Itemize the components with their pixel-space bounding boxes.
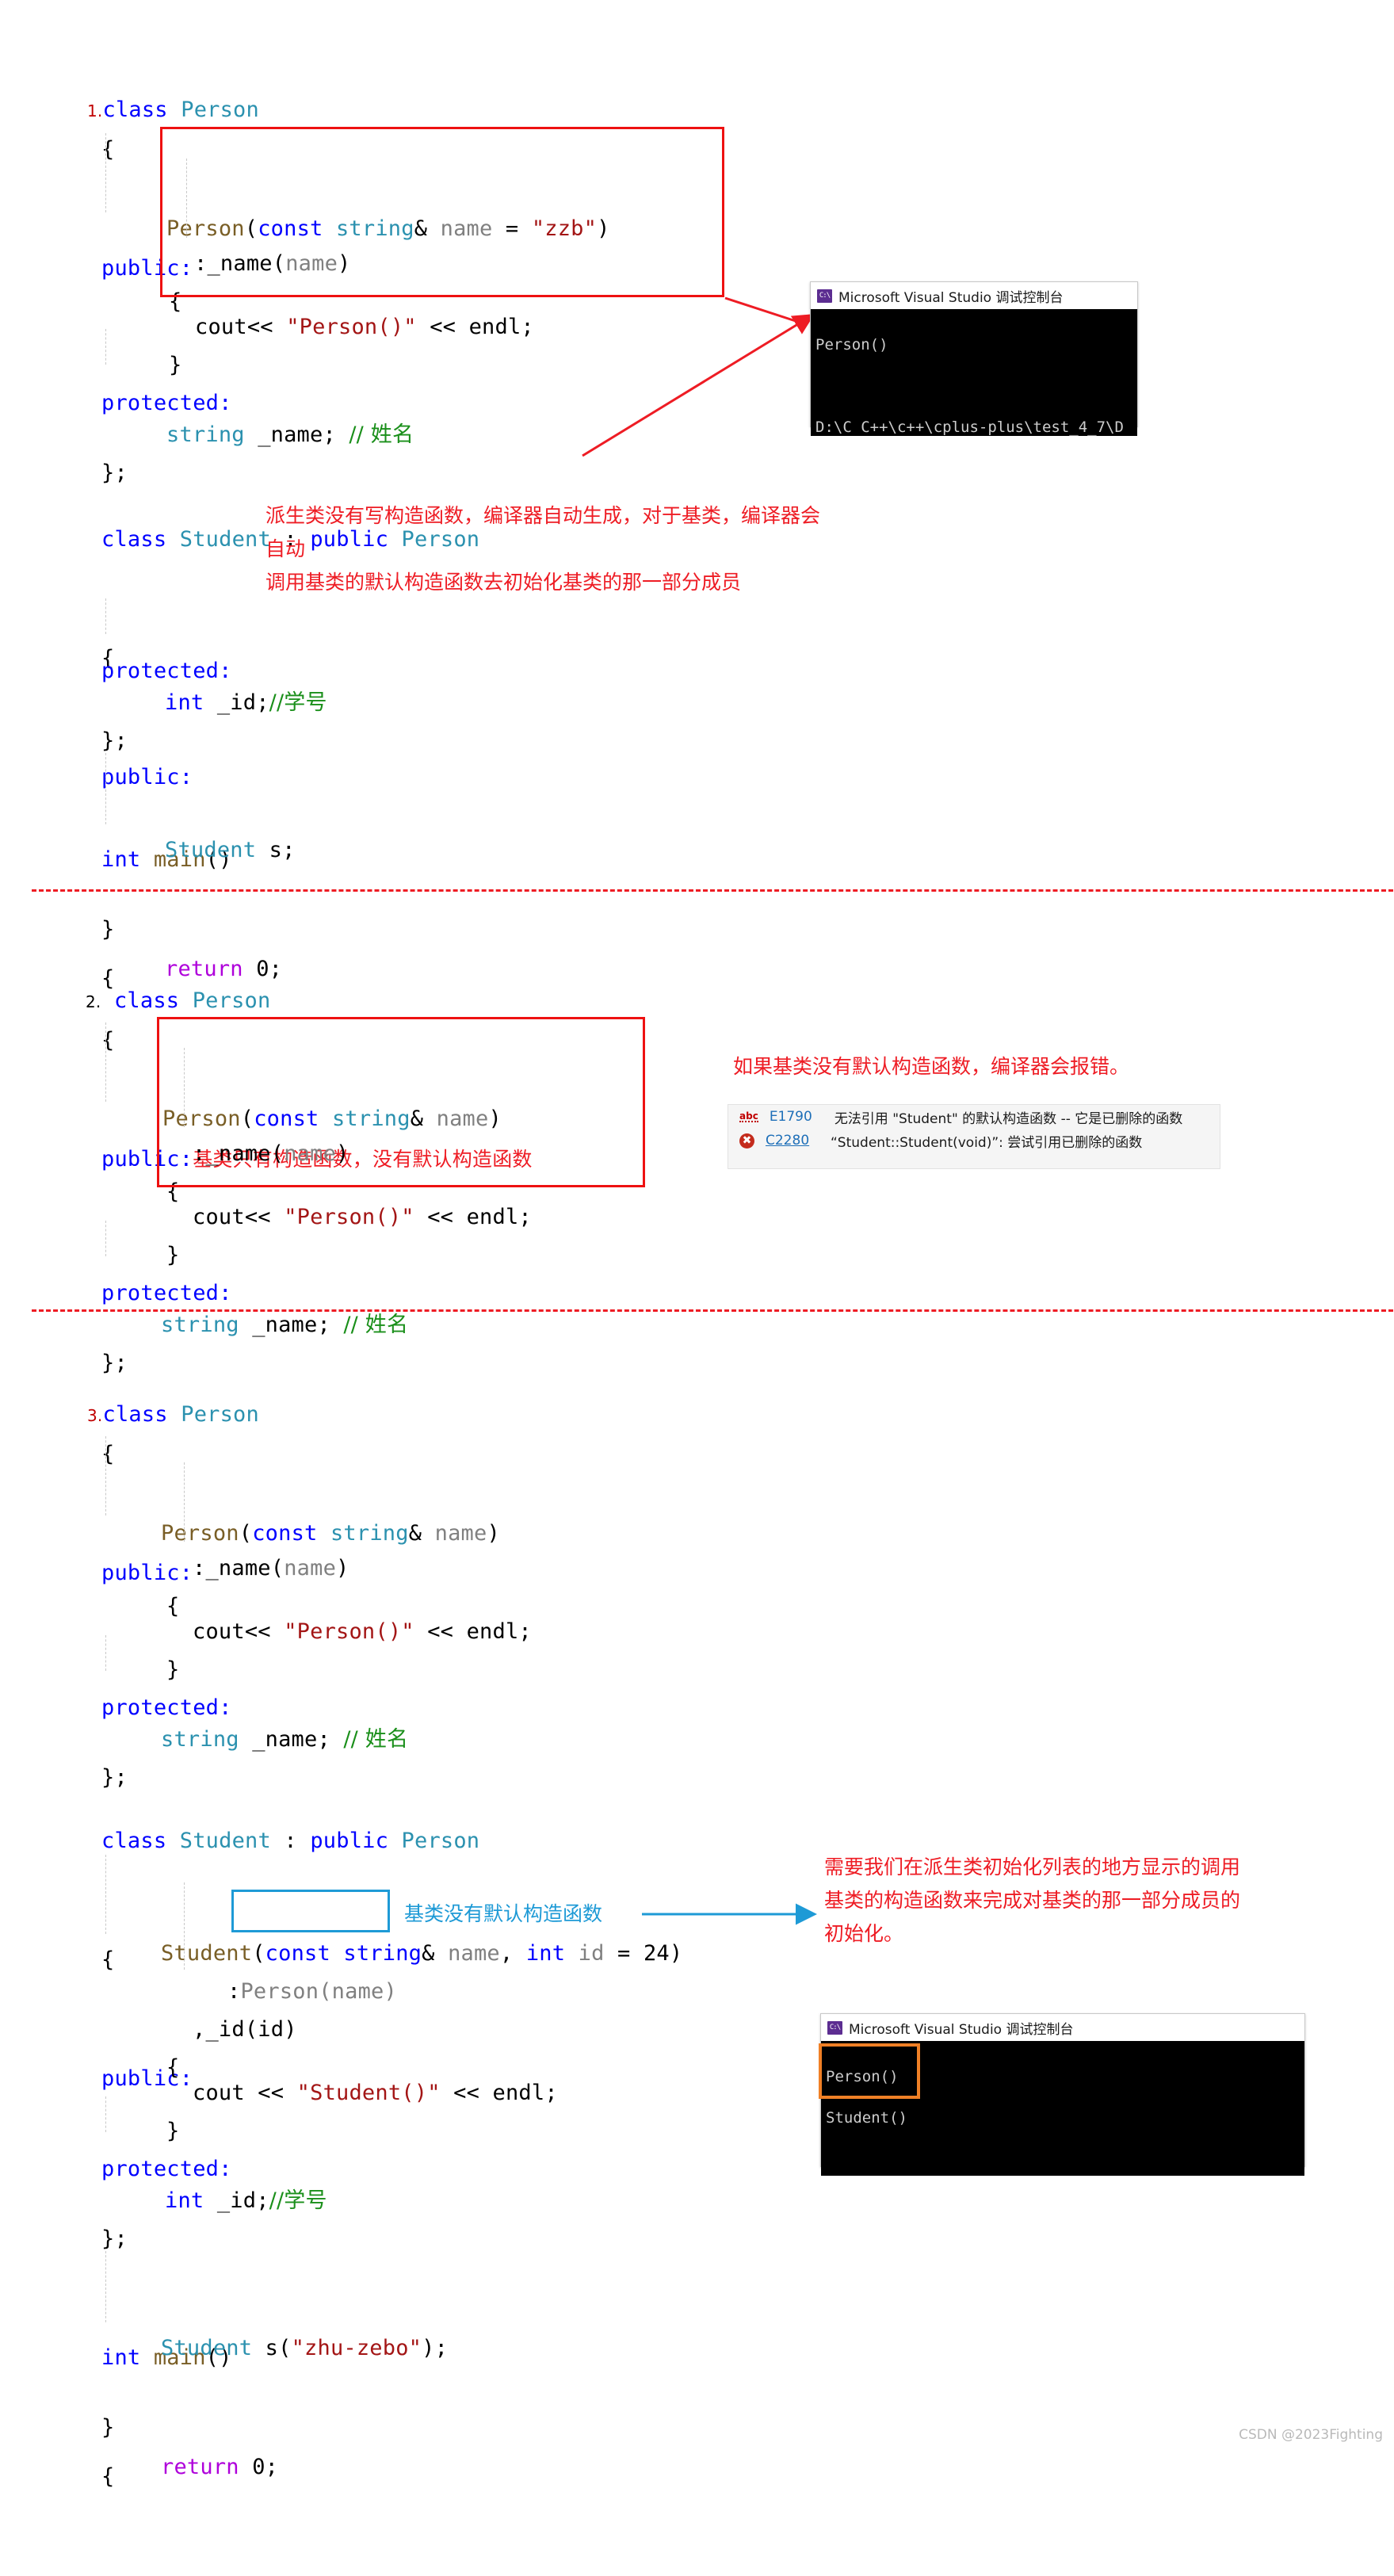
code-line: return 0; — [161, 2448, 448, 2487]
console-line: Person() — [815, 336, 888, 354]
comma: , — [499, 1941, 526, 1966]
paren-close: ) — [669, 1941, 683, 1966]
comment: // 姓名 — [343, 1313, 409, 1337]
watermark: CSDN @2023Fighting — [1239, 2427, 1383, 2443]
highlight-box-person-ctor-1 — [160, 127, 724, 297]
keyword-public: public — [310, 1829, 389, 1853]
brace-close: } — [101, 2415, 115, 2440]
section-index: 1. — [87, 101, 103, 120]
endl: << endl; — [440, 2081, 558, 2105]
indent-guide — [105, 1855, 106, 1934]
code-line: Student s; — [165, 831, 296, 870]
indent-guide — [105, 1436, 106, 1515]
type-student: Student — [179, 527, 271, 552]
comment: //学号 — [269, 2188, 327, 2213]
error-list-panel: abc E1790 无法引用 "Student" 的默认构造函数 -- 它是已删… — [728, 1104, 1220, 1169]
equals: = — [604, 1941, 644, 1966]
annotation-derived-default-ctor: 派生类没有写构造函数，编译器自动生成，对于基类，编译器会自动 调用基类的默认构造… — [265, 504, 821, 594]
section-separator-2 — [32, 1309, 1393, 1312]
code-line: } — [101, 2408, 180, 2448]
annotation-no-default-ctor: 基类没有默认构造函数 — [404, 1902, 603, 1925]
indent-guide — [105, 598, 106, 634]
default-value: 24 — [643, 1941, 670, 1966]
error-message: 无法引用 "Student" 的默认构造函数 -- 它是已删除的函数 — [834, 1110, 1183, 1127]
indent-guide — [105, 1635, 106, 1671]
keyword-class: class — [101, 527, 167, 552]
string-literal: "zhu-zebo" — [291, 2336, 422, 2360]
error-row[interactable]: abc E1790 无法引用 "Student" 的默认构造函数 -- 它是已删… — [728, 1105, 1220, 1129]
highlight-box-person-ctor-2 — [157, 1017, 645, 1187]
param-id: id — [565, 1941, 605, 1966]
annotation-explicit-base-ctor: 需要我们在派生类初始化列表的地方显示的调用 基类的构造函数来完成对基类的那一部分… — [824, 1856, 1241, 1945]
indent-guide — [105, 2096, 106, 2132]
console-window-1: C:\ Microsoft Visual Studio 调试控制台 Person… — [810, 281, 1138, 436]
endl: << endl; — [416, 315, 534, 339]
param-name: name — [448, 1941, 500, 1966]
stmt-end: ); — [422, 2336, 449, 2360]
ampersand: & — [422, 1941, 449, 1966]
indent-guide — [105, 329, 106, 365]
indent-guide — [105, 133, 106, 212]
console-line: Student() — [826, 2109, 907, 2127]
brace-open: { — [101, 1442, 115, 1466]
type-person: Person — [401, 1829, 480, 1853]
brace-open: { — [101, 1947, 115, 1972]
console-title-text: Microsoft Visual Studio 调试控制台 — [849, 2021, 1074, 2038]
error-message: “Student::Student(void)”: 尝试引用已删除的函数 — [831, 1134, 1143, 1151]
comment: //学号 — [269, 690, 327, 715]
error-x-icon: ✖ — [739, 1133, 754, 1148]
indent-guide — [105, 2251, 106, 2322]
return-value: 0; — [239, 2455, 279, 2479]
keyword-class: class — [101, 1829, 167, 1853]
endl: << endl; — [414, 1619, 532, 1644]
console-title-text: Microsoft Visual Studio 调试控制台 — [838, 289, 1064, 306]
var-s: s; — [256, 838, 296, 862]
indent-guide — [105, 753, 106, 824]
abc-spellcheck-icon: abc — [739, 1110, 758, 1122]
type-student: Student — [179, 1829, 271, 1853]
brace-open: { — [101, 1028, 115, 1053]
error-code[interactable]: E1790 — [770, 1109, 823, 1125]
console-line: D:\C C++\c++\cplus-plus\test_4_7\D — [815, 419, 1124, 436]
endl: << endl; — [414, 1205, 532, 1229]
console-icon: C:\ — [827, 2020, 842, 2035]
var-s: s( — [252, 2336, 292, 2360]
keyword-int: int — [525, 1941, 566, 1966]
highlight-box-console-output — [819, 2043, 920, 2099]
class-end: }; — [101, 728, 128, 753]
indent-guide — [105, 1221, 106, 1256]
section-index: 3. — [87, 1406, 103, 1425]
console-icon: C:\ — [817, 289, 832, 303]
annotation-compile-error: 如果基类没有默认构造函数，编译器会报错。 — [733, 1055, 1130, 1078]
indent-guide — [105, 1022, 106, 1102]
section-index: 2. — [86, 992, 101, 1011]
section-separator-1 — [32, 889, 1393, 892]
red-arrow-to-console-1 — [582, 314, 815, 457]
error-row[interactable]: ✖ C2280 “Student::Student(void)”: 尝试引用已删… — [728, 1129, 1220, 1152]
console-output: Person() D:\C C++\c++\cplus-plus\test_4_… — [811, 309, 1137, 436]
red-arrow-upper-leg — [724, 296, 801, 324]
brace-open: { — [101, 137, 115, 162]
console-titlebar: C:\ Microsoft Visual Studio 调试控制台 — [821, 2014, 1304, 2041]
page-root: 1.class Person { public: Person(const st… — [0, 0, 1394, 2489]
indent-guide — [184, 1882, 185, 1970]
colon: : — [270, 1829, 311, 1853]
code-line: Student s("zhu-zebo"); — [161, 2329, 448, 2368]
class-end: }; — [101, 2226, 128, 2251]
error-code[interactable]: C2280 — [766, 1133, 819, 1148]
highlight-box-base-ctor-call — [231, 1890, 390, 1932]
console-titlebar: C:\ Microsoft Visual Studio 调试控制台 — [811, 282, 1137, 309]
